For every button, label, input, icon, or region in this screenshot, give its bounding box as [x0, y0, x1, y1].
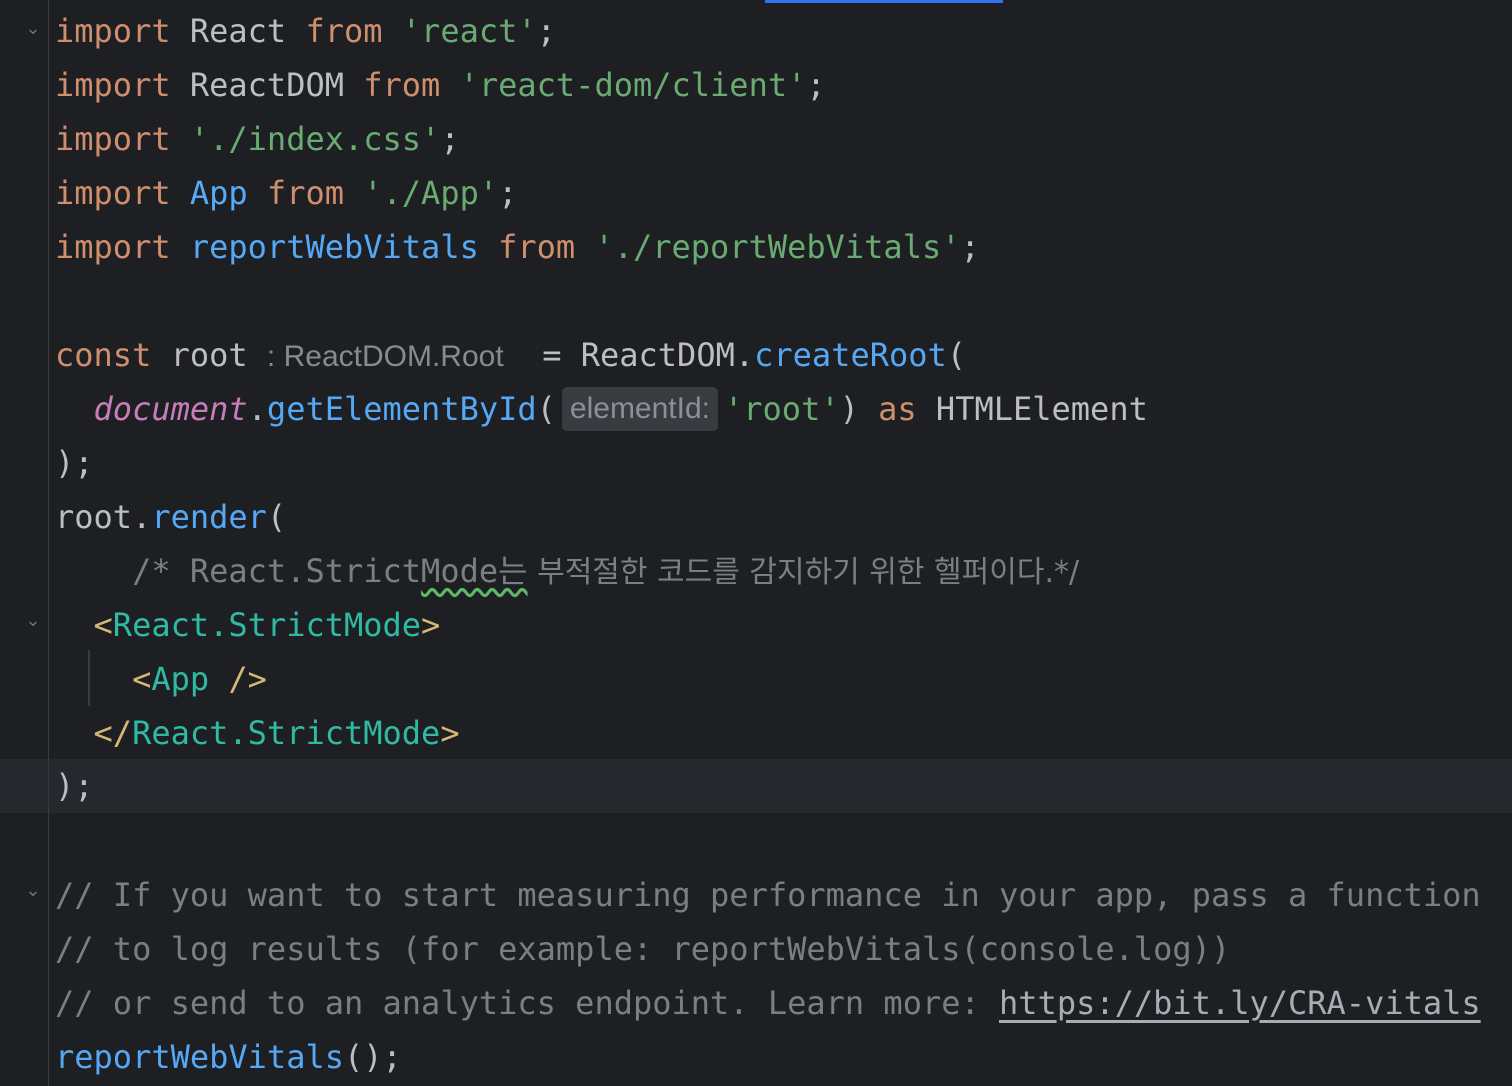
- punct: (: [946, 336, 967, 374]
- jsx-bracket: >: [421, 606, 441, 644]
- keyword: from: [363, 66, 441, 104]
- function-name: getElementById: [266, 390, 537, 428]
- punct: ;: [536, 12, 556, 50]
- punct: ;: [498, 174, 518, 212]
- string-literal: 'react-dom/client': [459, 66, 807, 104]
- comment: // to log results (for example: reportWe…: [55, 930, 1231, 968]
- operator: =: [542, 336, 562, 374]
- string-literal: './index.css': [189, 120, 441, 158]
- function-name: render: [151, 498, 267, 536]
- identifier: ReactDOM: [189, 66, 344, 104]
- code-line-8: document.getElementById(elementId:'root'…: [55, 382, 1148, 436]
- jsx-tag: React.StrictMode: [112, 606, 422, 644]
- code-line-14: </React.StrictMode>: [55, 706, 460, 760]
- jsx-tag: React.StrictMode: [132, 714, 441, 752]
- code-line-2: import ReactDOM from 'react-dom/client';: [55, 58, 826, 112]
- function-name: createRoot: [754, 336, 947, 374]
- punct: (: [266, 498, 287, 536]
- punct: );: [55, 767, 94, 805]
- code-line-7: const root : ReactDOM.Root = ReactDOM.cr…: [55, 328, 966, 382]
- punct: ;: [440, 120, 460, 158]
- punct: ;: [806, 66, 826, 104]
- code-line-13: <App />: [55, 652, 267, 706]
- comment: // or send to an analytics endpoint. Lea…: [55, 984, 1000, 1022]
- identifier: React: [189, 12, 287, 50]
- string-literal: './App': [363, 174, 499, 212]
- jsx-bracket: />: [209, 660, 267, 698]
- keyword: from: [266, 174, 344, 212]
- keyword: from: [305, 12, 383, 50]
- keyword: const: [55, 336, 152, 374]
- code-line-9: );: [55, 436, 94, 490]
- code-line-15: );: [55, 759, 94, 813]
- string-literal: './reportWebVitals': [594, 228, 961, 266]
- keyword: from: [498, 228, 576, 266]
- code-editor[interactable]: import React from 'react'; import ReactD…: [0, 0, 1512, 1086]
- global-identifier: document: [93, 390, 248, 428]
- jsx-bracket: <: [93, 606, 113, 644]
- code-line-1: import React from 'react';: [55, 4, 556, 58]
- identifier: root: [170, 336, 248, 374]
- punct: ;: [960, 228, 980, 266]
- comment: 부적절한 코드를 감지하기 위한 헬퍼이다.*/: [527, 555, 1080, 590]
- keyword: import: [55, 12, 171, 50]
- identifier: ReactDOM: [580, 336, 735, 374]
- keyword: import: [55, 174, 171, 212]
- code-line-20: reportWebVitals();: [55, 1030, 402, 1084]
- punct: ();: [343, 1038, 402, 1076]
- code-line-17: // If you want to start measuring perfor…: [55, 868, 1481, 922]
- string-literal: 'root': [724, 390, 840, 428]
- typo-squiggle[interactable]: Mode는: [421, 552, 528, 590]
- code-line-18: // to log results (for example: reportWe…: [55, 922, 1230, 976]
- code-line-19: // or send to an analytics endpoint. Lea…: [55, 976, 1481, 1030]
- keyword: as: [878, 390, 917, 428]
- keyword: import: [55, 228, 171, 266]
- string-literal: 'react': [401, 12, 537, 50]
- punct: .: [132, 498, 152, 536]
- code-line-5: import reportWebVitals from './reportWeb…: [55, 220, 980, 274]
- comment: // If you want to start measuring perfor…: [55, 876, 1481, 914]
- code-line-12: <React.StrictMode>: [55, 598, 441, 652]
- punct: (: [536, 390, 556, 428]
- code-line-10: root.render(: [55, 490, 286, 544]
- keyword: import: [55, 120, 171, 158]
- identifier: reportWebVitals: [189, 228, 479, 266]
- type-name: HTMLElement: [935, 390, 1148, 428]
- comment: /* React.Strict: [132, 552, 422, 590]
- comment-link[interactable]: https://bit.ly/CRA-vitals: [999, 984, 1481, 1022]
- identifier: root: [55, 498, 133, 536]
- type-inlay-hint[interactable]: : ReactDOM.Root: [267, 340, 504, 373]
- keyword: import: [55, 66, 171, 104]
- punct: ): [839, 390, 859, 428]
- code-line-4: import App from './App';: [55, 166, 517, 220]
- parameter-inlay-hint[interactable]: elementId:: [561, 387, 718, 431]
- punct: );: [55, 444, 94, 482]
- jsx-bracket: </: [93, 714, 133, 752]
- code-line-3: import './index.css';: [55, 112, 460, 166]
- jsx-bracket: <: [132, 660, 152, 698]
- punct: .: [734, 336, 755, 374]
- jsx-tag: App: [151, 660, 210, 698]
- code-line-11: /* React.StrictMode는 부적절한 코드를 감지하기 위한 헬퍼…: [55, 544, 1079, 598]
- function-name: reportWebVitals: [55, 1038, 344, 1076]
- punct: .: [247, 390, 267, 428]
- jsx-bracket: >: [440, 714, 460, 752]
- identifier: App: [189, 174, 248, 212]
